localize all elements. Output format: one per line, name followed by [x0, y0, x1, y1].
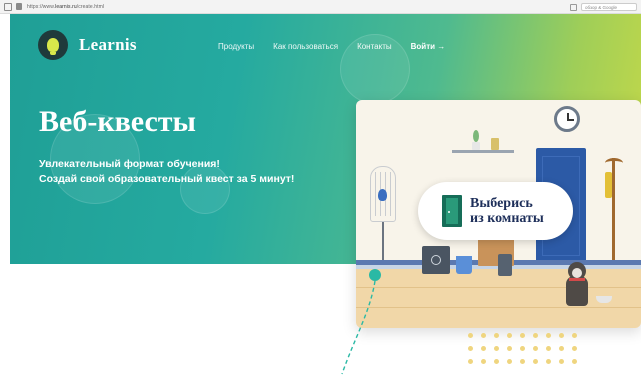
dashed-curve-decoration	[341, 269, 381, 375]
logo[interactable]: Learnis	[38, 30, 137, 60]
address-bar[interactable]: https://www.learnis.ru/create.html	[27, 4, 104, 10]
url-path: /create.html	[76, 3, 105, 10]
page-title: Веб-квесты	[39, 105, 196, 138]
safe-icon	[422, 246, 450, 274]
bucket-icon	[456, 256, 472, 274]
browser-actions: обзор & Google	[570, 3, 637, 11]
hero-subtitle: Увлекательный формат обучения! Создай св…	[39, 157, 294, 187]
coat-rack	[612, 158, 615, 266]
trash-can-icon	[498, 254, 512, 276]
browser-search-input[interactable]: обзор & Google	[581, 3, 637, 11]
main-nav: Продукты Как пользоваться Контакты Войти…	[218, 42, 445, 51]
nav-products[interactable]: Продукты	[218, 42, 254, 51]
bookmark-icon[interactable]	[570, 3, 577, 11]
hero-subtitle-line1: Увлекательный формат обучения!	[39, 158, 220, 170]
browser-toolbar: https://www.learnis.ru/create.html обзор…	[0, 0, 641, 14]
nav-contacts[interactable]: Контакты	[357, 42, 392, 51]
bird-icon	[378, 189, 387, 201]
hero-subtitle-line2: Создай свой образовательный квест за 5 м…	[39, 173, 295, 185]
jar-icon	[491, 138, 499, 150]
quest-illustration-card[interactable]: Выберись из комнаты	[356, 100, 641, 328]
shelf	[452, 150, 514, 153]
escape-room-line2: из комнаты	[470, 211, 544, 226]
dot-grid-decoration	[468, 333, 578, 365]
plant-icon	[471, 130, 481, 150]
escape-room-line1: Выберись	[470, 196, 533, 211]
birdcage	[370, 166, 396, 222]
url-prefix: https://www.	[27, 3, 56, 10]
lock-icon	[16, 3, 22, 10]
escape-room-badge[interactable]: Выберись из комнаты	[418, 182, 573, 240]
dog-illustration	[562, 262, 592, 308]
nav-how-to-use[interactable]: Как пользоваться	[273, 42, 338, 51]
escape-room-title: Выберись из комнаты	[470, 196, 544, 226]
logo-text: Learnis	[79, 35, 137, 54]
clock-icon	[554, 106, 580, 132]
scarf-icon	[605, 172, 612, 198]
page-icon	[4, 2, 12, 11]
url-host: learnis.ru	[55, 3, 77, 10]
door-icon	[442, 195, 462, 227]
lightbulb-logo-icon	[38, 30, 68, 60]
login-link[interactable]: Войти →	[411, 42, 446, 51]
